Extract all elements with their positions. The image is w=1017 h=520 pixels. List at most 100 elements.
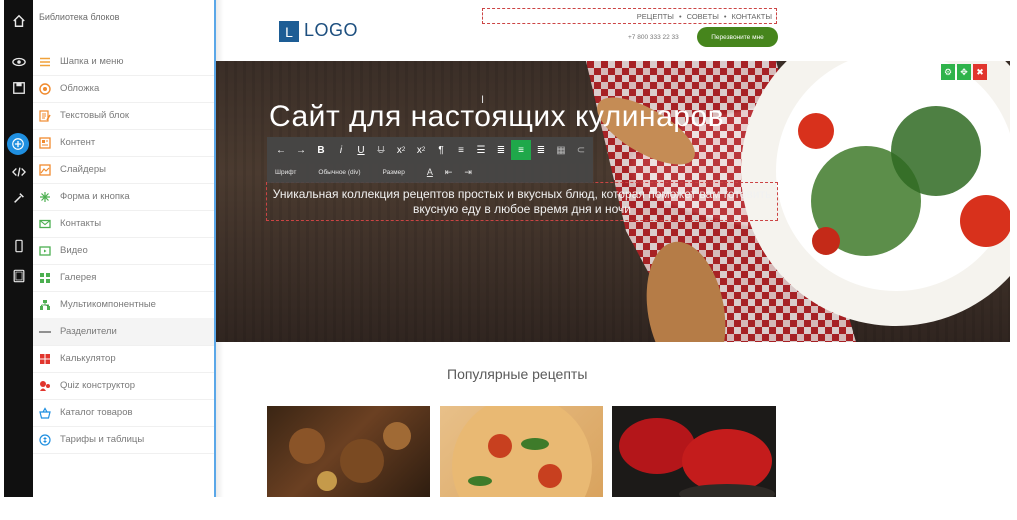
ordered-list-icon[interactable]: ≡ [451,140,471,160]
block-item-calculator[interactable]: Калькулятор [33,345,214,373]
block-item-gallery[interactable]: Галерея [33,264,214,292]
block-item-text[interactable]: Текстовый блок [33,102,214,130]
divider-icon [39,326,51,338]
block-item-dividers[interactable]: Разделители [33,318,214,346]
settings-icon[interactable]: ⚙ [941,64,955,80]
unordered-list-icon[interactable]: ☰ [471,140,491,160]
align-left-icon[interactable]: ≣ [491,140,511,160]
add-icon[interactable] [7,133,29,155]
block-library-panel: Библиотека блоков Шапка и меню Обложка Т… [33,0,216,497]
phone-icon[interactable] [4,234,33,258]
content-icon [39,136,51,149]
logo-text[interactable]: LOGO [304,20,358,41]
home-icon[interactable] [4,9,33,33]
bold-icon[interactable]: B [311,140,331,160]
block-item-label: Quiz конструктор [60,380,136,391]
redo-icon[interactable]: → [291,140,311,160]
block-item-cover[interactable]: Обложка [33,75,214,103]
block-item-sliders[interactable]: Слайдеры [33,156,214,184]
text-cursor-icon: I [481,94,485,106]
block-item-label: Текстовый блок [60,110,130,121]
builder-rail [4,0,33,497]
block-item-label: Мультикомпонентные [60,299,156,310]
block-item-quiz[interactable]: Quiz конструктор [33,372,214,400]
block-item-content[interactable]: Контент [33,129,214,157]
strikethrough-icon[interactable]: U [371,140,391,160]
save-icon[interactable] [4,76,33,100]
block-item-label: Контент [60,137,96,148]
indent-icon[interactable]: ⇤ [445,167,453,178]
popular-title[interactable]: Популярные рецепты [447,366,587,382]
calculator-icon [39,353,51,365]
block-item-label: Каталог товаров [60,407,133,418]
block-item-label: Слайдеры [60,164,106,175]
basket-icon [39,406,51,419]
form-icon [39,191,51,203]
eye-icon[interactable] [4,50,33,74]
text-format-toolbar: ← → B i U U x2 x2 ¶ ≡ ☰ ≣ ≡ ≣ ▦ ⊂ Шрифт … [267,137,593,183]
undo-icon[interactable]: ← [271,140,291,160]
contacts-icon [39,218,51,230]
nav-link-contacts[interactable]: КОНТАКТЫ [732,12,772,21]
code-icon[interactable] [4,160,33,184]
slider-icon [39,163,51,176]
underline-icon[interactable]: U [351,140,371,160]
recipe-photo-peppers[interactable] [612,406,776,497]
block-item-label: Форма и кнопка [60,191,130,202]
block-item-label: Шапка и меню [60,56,124,67]
align-right-icon[interactable]: ≣ [531,140,551,160]
block-item-video[interactable]: Видео [33,237,214,265]
recipe-photo-pizza[interactable] [440,406,603,497]
block-item-label: Тарифы и таблицы [60,434,145,445]
move-icon[interactable]: ✥ [957,64,971,80]
nav-link-recipes[interactable]: РЕЦЕПТЫ [637,12,674,21]
panel-title: Библиотека блоков [39,12,120,22]
phone-number[interactable]: +7 800 333 22 33 [628,34,679,41]
top-nav[interactable]: РЕЦЕПТЫ • СОВЕТЫ • КОНТАКТЫ [482,8,777,24]
block-item-label: Разделители [60,326,117,337]
block-item-contacts[interactable]: Контакты [33,210,214,238]
block-controls: ⚙ ✥ ✖ [941,64,987,80]
block-item-catalog[interactable]: Каталог товаров [33,399,214,427]
block-item-multi[interactable]: Мультикомпонентные [33,291,214,319]
block-item-label: Обложка [60,83,100,94]
eyedropper-icon[interactable] [4,186,33,210]
logo-mark[interactable]: L [279,21,299,42]
nav-link-tips[interactable]: СОВЕТЫ [687,12,719,21]
block-item-form[interactable]: Форма и кнопка [33,183,214,211]
gallery-icon [39,272,51,284]
hero-title[interactable]: Сайт для настоящих кулинаров [269,100,724,134]
block-item-label: Галерея [60,272,97,283]
block-item-label: Видео [60,245,88,256]
style-dropdown[interactable]: Обычное (div) [318,169,360,176]
nav-separator: • [723,11,727,21]
block-item-header-menu[interactable]: Шапка и меню [33,48,214,76]
superscript-icon[interactable]: x2 [411,140,431,160]
delete-icon[interactable]: ✖ [973,64,987,80]
subscript-icon[interactable]: x2 [391,140,411,160]
table-icon[interactable]: ▦ [551,140,571,160]
italic-icon[interactable]: i [331,140,351,160]
target-icon [39,82,51,95]
quiz-icon [39,380,51,392]
paragraph-icon[interactable]: ¶ [431,140,451,160]
link-icon[interactable]: ⊂ [571,140,591,160]
callback-button[interactable]: Перезвоните мне [697,27,778,47]
recipe-photo-stew[interactable] [267,406,430,497]
outdent-icon[interactable]: ⇥ [464,167,472,178]
multi-icon [39,299,51,311]
block-item-label: Калькулятор [60,353,116,364]
hero-subtitle[interactable]: Уникальная коллекция рецептов простых и … [266,182,778,221]
nav-separator: • [678,11,682,21]
pricing-icon [39,433,51,446]
align-center-icon[interactable]: ≡ [511,140,531,160]
font-dropdown[interactable]: Шрифт [275,169,296,176]
video-icon [39,245,51,257]
block-item-pricing[interactable]: Тарифы и таблицы [33,426,214,454]
tablet-icon[interactable] [4,264,33,288]
text-block-icon [39,109,51,122]
text-color-icon[interactable]: A [427,167,433,177]
block-item-label: Контакты [60,218,102,229]
size-dropdown[interactable]: Размер [383,169,405,176]
menu-icon [39,56,51,68]
